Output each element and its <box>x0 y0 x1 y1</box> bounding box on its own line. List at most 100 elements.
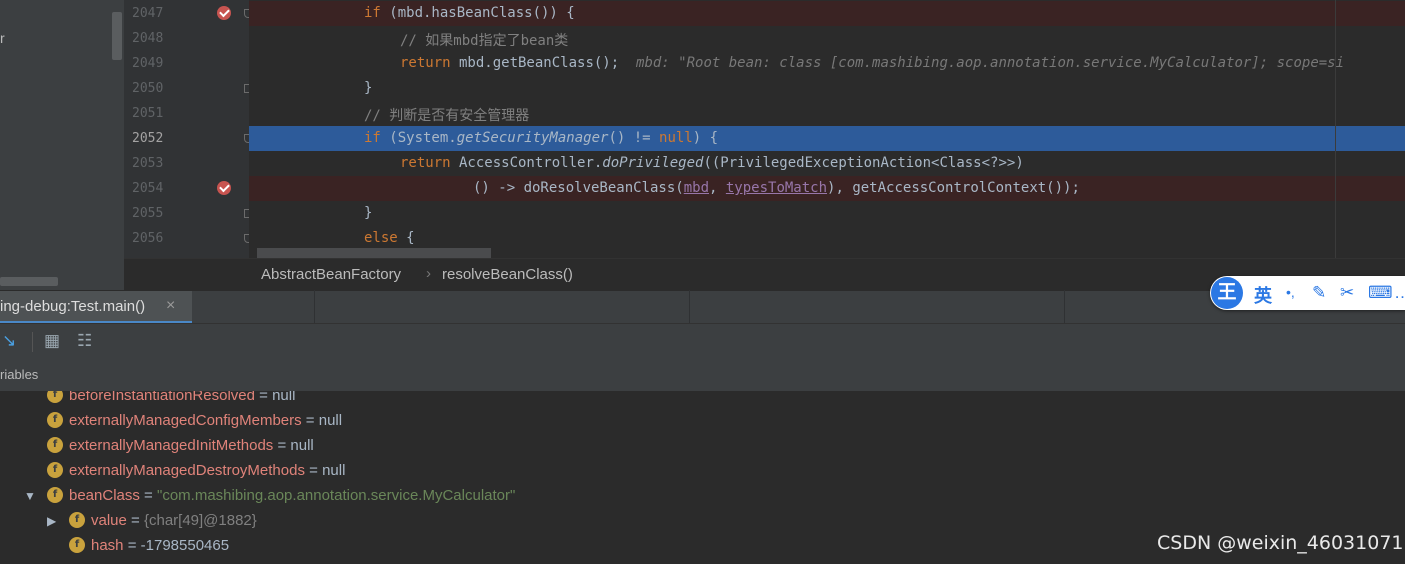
evaluate-table-icon[interactable]: ▦ <box>44 331 60 351</box>
trace-icon[interactable]: ☷ <box>77 331 92 351</box>
panel-divider <box>689 290 690 323</box>
code-line-2047[interactable]: if (mbd.hasBeanClass()) { <box>249 1 1405 26</box>
code-line-2052-execution-point[interactable]: if (System.getSecurityManager() != null)… <box>249 126 1405 151</box>
debug-toolbar: ↘ ▦ ☷ <box>0 323 1405 360</box>
static-method: getSecurityManager <box>456 130 609 146</box>
panel-divider <box>1064 290 1065 323</box>
variable-equals: = <box>254 391 273 404</box>
variable-value: {char[49]@1882} <box>143 512 257 529</box>
punctuation-icon[interactable]: •, <box>1286 284 1295 300</box>
project-tree-fragment[interactable]: r <box>0 30 5 46</box>
keyword: if <box>364 5 381 21</box>
right-margin-guide <box>1335 0 1336 258</box>
line-number: 2054 <box>132 181 164 196</box>
inline-debug-value: mbd: "Root bean: class [com.mashibing.ao… <box>636 55 1345 71</box>
vertical-scrollbar[interactable] <box>112 12 122 60</box>
breadcrumb-class[interactable]: AbstractBeanFactory <box>261 266 401 283</box>
pen-icon[interactable]: ✎ <box>1312 283 1326 303</box>
code-text: ), getAccessControlContext()); <box>827 180 1080 196</box>
code-text: () != <box>608 130 660 146</box>
code-line-2054[interactable]: () -> doResolveBeanClass(mbd, typesToMat… <box>249 176 1405 201</box>
code-text: , <box>709 180 726 196</box>
line-number-current: 2052 <box>132 131 164 146</box>
variable-value: -1798550465 <box>140 537 230 554</box>
debug-session-tab[interactable]: ing-debug:Test.main() × <box>0 291 192 324</box>
variable-equals: = <box>273 437 291 454</box>
breakpoint-icon[interactable] <box>217 181 231 195</box>
variable-value: null <box>290 437 314 454</box>
line-number: 2048 <box>132 31 164 46</box>
panel-divider <box>314 290 315 323</box>
scissors-icon[interactable]: ✂ <box>1340 283 1354 303</box>
keyboard-icon[interactable]: ⌨ <box>1368 283 1393 303</box>
code-line-2050[interactable]: } <box>249 76 1405 101</box>
code-text: } <box>364 80 373 96</box>
horizontal-scrollbar[interactable] <box>0 277 58 286</box>
variable-name: externallyManagedDestroyMethods <box>69 462 305 479</box>
field-icon: f <box>69 537 85 554</box>
variable-equals: = <box>139 487 157 504</box>
ime-language-toggle[interactable]: 英 <box>1254 282 1272 308</box>
captured-variable: typesToMatch <box>725 180 828 196</box>
field-icon: f <box>47 437 63 454</box>
code-comment: // 如果mbd指定了bean类 <box>400 33 569 49</box>
step-into-icon[interactable]: ↘ <box>2 331 16 351</box>
variable-row[interactable]: f externallyManagedInitMethods = null <box>47 437 314 462</box>
breakpoint-icon[interactable] <box>217 6 231 20</box>
code-text: AccessController. <box>450 155 603 171</box>
variable-row[interactable]: f beforeInstantiationResolved = null <box>47 391 295 412</box>
variable-row[interactable]: f externallyManagedDestroyMethods = null <box>47 462 345 487</box>
expand-arrow-icon[interactable]: ▶ <box>47 514 56 528</box>
field-icon: f <box>69 512 85 529</box>
code-text: ((PrivilegedExceptionAction<Class<?>>) <box>703 155 1024 171</box>
more-icon[interactable]: … <box>1394 283 1405 303</box>
variable-name: beforeInstantiationResolved <box>69 391 255 404</box>
line-number: 2055 <box>132 206 164 221</box>
field-icon: f <box>47 391 63 404</box>
close-icon[interactable]: × <box>166 297 175 315</box>
variable-equals: = <box>126 512 144 529</box>
variable-name: externallyManagedInitMethods <box>69 437 274 454</box>
editor-gutter[interactable]: 2047 2048 2049 2050 2051 2052 2053 2054 … <box>124 0 253 258</box>
variable-row[interactable]: f hash = -1798550465 <box>69 537 229 562</box>
ime-logo-icon[interactable]: 王 <box>1211 277 1243 309</box>
line-number: 2056 <box>132 231 164 246</box>
variable-equals: = <box>123 537 141 554</box>
project-panel: r <box>0 0 124 290</box>
breadcrumb-method[interactable]: resolveBeanClass() <box>442 266 573 283</box>
code-line-2051[interactable]: // 判断是否有安全管理器 <box>249 101 1405 126</box>
variables-title: riables <box>0 367 39 382</box>
code-text: ) { <box>692 130 719 146</box>
variable-name: value <box>91 512 127 529</box>
keyword: if <box>364 130 381 146</box>
variable-value: "com.mashibing.aop.annotation.service.My… <box>157 487 516 504</box>
field-icon: f <box>47 487 63 504</box>
code-line-2053[interactable]: return AccessController.doPrivileged((Pr… <box>249 151 1405 176</box>
code-line-2048[interactable]: // 如果mbd指定了bean类 <box>249 26 1405 51</box>
variable-value: null <box>322 462 346 479</box>
variable-name: hash <box>91 537 124 554</box>
code-text: { <box>397 230 415 246</box>
line-number: 2053 <box>132 156 164 171</box>
variable-value: null <box>272 391 296 404</box>
static-method: doPrivileged <box>602 155 704 171</box>
code-line-2055[interactable]: } <box>249 201 1405 226</box>
code-comment: // 判断是否有安全管理器 <box>364 108 530 124</box>
field-icon: f <box>47 462 63 479</box>
watermark: CSDN @weixin_46031071 <box>1157 532 1404 554</box>
debug-tab-bar: ing-debug:Test.main() × <box>0 290 1405 324</box>
code-text: mbd.getBeanClass(); <box>450 55 620 71</box>
variable-row[interactable]: f externallyManagedConfigMembers = null <box>47 412 342 437</box>
variables-header: riables <box>0 358 1405 392</box>
code-line-2049[interactable]: return mbd.getBeanClass(); mbd: "Root be… <box>249 51 1405 76</box>
collapse-arrow-icon[interactable]: ▼ <box>24 489 36 503</box>
ime-toolbar[interactable]: 王 英 •, ✎ ✂ ⌨ … <box>1210 276 1405 310</box>
variable-row[interactable]: f beanClass = "com.mashibing.aop.annotati… <box>47 487 515 512</box>
variable-row[interactable]: f value = {char[49]@1882} <box>69 512 257 537</box>
code-editor[interactable]: if (mbd.hasBeanClass()) { // 如果mbd指定了bea… <box>249 0 1405 258</box>
line-number: 2049 <box>132 56 164 71</box>
line-number: 2047 <box>132 6 164 21</box>
captured-variable: mbd <box>683 180 710 196</box>
breadcrumb-separator: › <box>426 265 431 282</box>
editor-horizontal-scrollbar[interactable] <box>257 248 491 258</box>
